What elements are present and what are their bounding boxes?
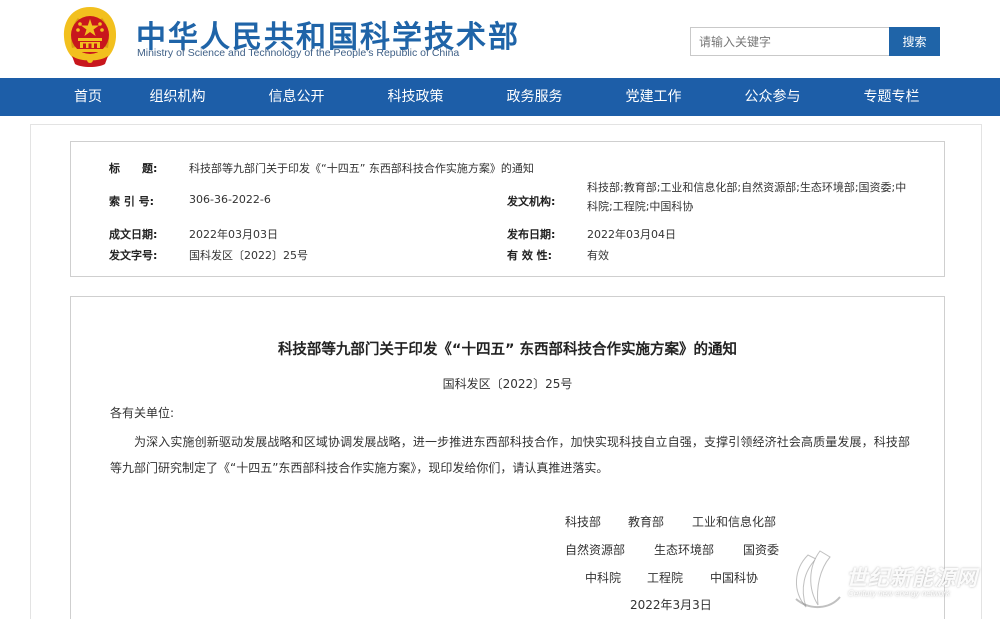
signatory: 生态环境部 [654,543,715,557]
nav-item-policy[interactable]: 科技政策 [356,78,475,116]
national-emblem-icon [63,7,117,67]
nav-item-party-building[interactable]: 党建工作 [594,78,713,116]
signatory: 国资委 [743,543,780,557]
meta-title-value: 科技部等九部门关于印发《“十四五” 东西部科技合作实施方案》的通知 [189,162,534,175]
main-nav: 首页 组织机构 信息公开 科技政策 政务服务 党建工作 公众参与 专题专栏 [0,78,1000,116]
meta-docno-value: 国科发区〔2022〕25号 [189,249,308,262]
signatory: 工程院 [647,571,684,585]
document-date: 2022年3月3日 [630,598,712,612]
meta-index-value: 306-36-2022-6 [189,193,271,206]
nav-item-info-disclosure[interactable]: 信息公开 [237,78,356,116]
signatory: 自然资源部 [565,543,626,557]
nav-item-public-participation[interactable]: 公众参与 [713,78,832,116]
signatory: 教育部 [628,515,665,529]
meta-published-value: 2022年03月04日 [587,228,676,241]
signatory: 工业和信息化部 [692,515,777,529]
signatory: 中科院 [585,571,622,585]
site-header: 中华人民共和国科学技术部 Ministry of Science and Tec… [0,0,1000,78]
nav-item-organization[interactable]: 组织机构 [118,78,237,116]
document-number: 国科发区〔2022〕25号 [442,377,573,391]
search-button[interactable]: 搜索 [889,27,940,56]
site-subtitle: Ministry of Science and Technology of th… [137,47,460,59]
meta-title-label: 标 题: [109,162,158,175]
search-input[interactable] [690,27,890,56]
document-meta-box: 标 题: 科技部等九部门关于印发《“十四五” 东西部科技合作实施方案》的通知 索… [70,141,945,277]
nav-item-home[interactable]: 首页 [0,78,118,116]
meta-index-label: 索 引 号: [109,195,155,208]
meta-created-value: 2022年03月03日 [189,228,278,241]
watermark-subtext: Century new energy network [848,589,950,598]
meta-validity-label: 有 效 性: [507,249,553,262]
nav-item-services[interactable]: 政务服务 [475,78,594,116]
meta-validity-value: 有效 [587,249,609,262]
meta-issuer-value: 科技部;教育部;工业和信息化部;自然资源部;生态环境部;国资委;中科院;工程院;… [587,181,907,213]
document-salutation: 各有关单位: [110,406,175,420]
document-paragraph: 为深入实施创新驱动发展战略和区域协调发展战略，进一步推进东西部科技合作，加快实现… [110,435,910,475]
nav-item-special-topics[interactable]: 专题专栏 [832,78,951,116]
search-bar: 搜索 [690,27,940,56]
meta-published-label: 发布日期: [507,228,556,241]
meta-docno-label: 发文字号: [109,249,158,262]
watermark-text: 世纪新能源网 [846,566,978,590]
signatory: 中国科协 [710,571,759,585]
signatory: 科技部 [565,515,602,529]
document-title: 科技部等九部门关于印发《“十四五” 东西部科技合作实施方案》的通知 [277,342,738,358]
meta-created-label: 成文日期: [109,228,158,241]
meta-issuer-label: 发文机构: [507,195,556,208]
